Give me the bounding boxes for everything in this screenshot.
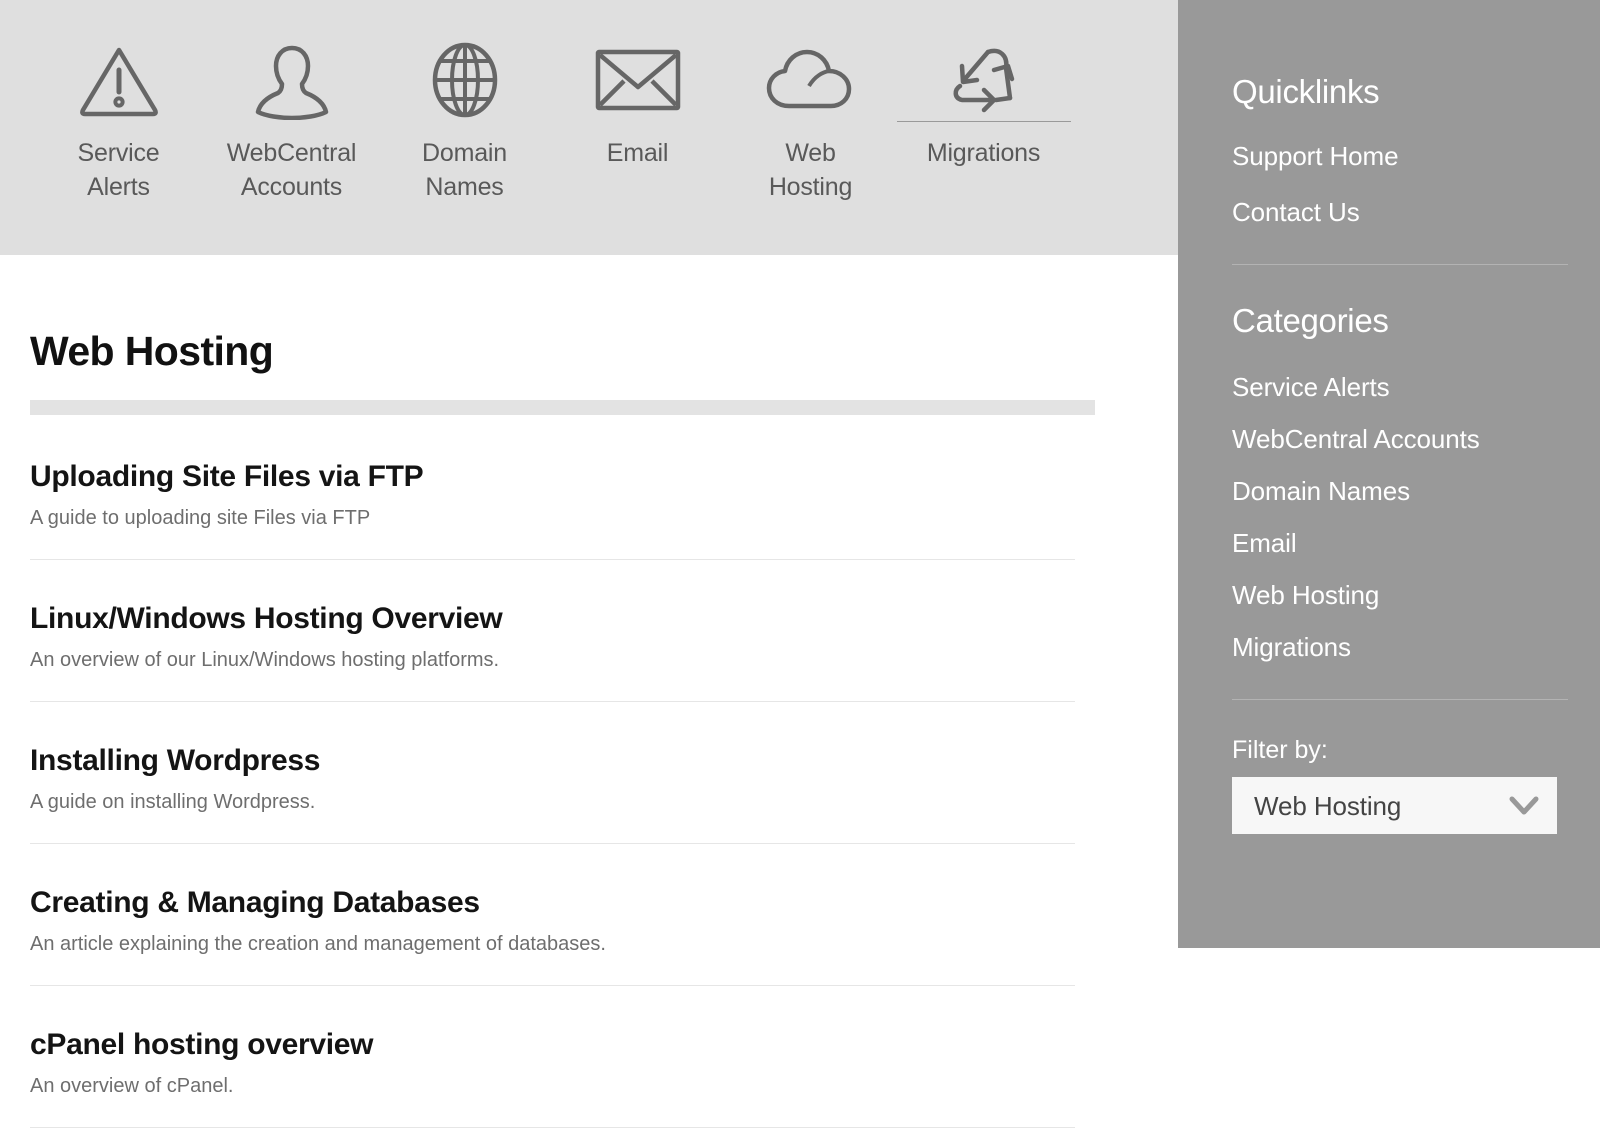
right-sidebar: Quicklinks Support Home Contact Us Categ… — [1178, 0, 1600, 948]
main-content: Web Hosting Uploading Site Files via FTP… — [0, 255, 1178, 1132]
article-description: An overview of our Linux/Windows hosting… — [30, 649, 500, 671]
article-description: A guide to uploading site Files via FTP — [30, 507, 371, 529]
filter-selected-value: Web Hosting — [1254, 790, 1402, 821]
categories-heading: Categories — [1232, 302, 1389, 339]
top-icon-nav: Service Alerts WebCentral Accounts Domai… — [0, 0, 1178, 255]
article-title[interactable]: Creating & Managing Databases — [30, 885, 1075, 921]
globe-icon — [378, 38, 551, 122]
category-migrations[interactable]: Migrations — [1232, 631, 1568, 663]
article-title[interactable]: Installing Wordpress — [30, 743, 1075, 779]
title-underbar — [30, 400, 1095, 415]
list-item[interactable]: Uploading Site Files via FTP A guide to … — [30, 415, 1075, 560]
nav-item-migrations[interactable]: Migrations — [896, 38, 1071, 170]
sidebar-divider-bottom — [1232, 699, 1568, 700]
filter-category-select[interactable]: Web Hosting — [1232, 777, 1557, 834]
article-title[interactable]: Uploading Site Files via FTP — [30, 459, 1075, 495]
nav-item-label: WebCentral Accounts — [226, 139, 357, 201]
article-list: Uploading Site Files via FTP A guide to … — [30, 415, 1148, 1128]
nav-item-webcentral-accounts[interactable]: WebCentral Accounts — [205, 38, 378, 204]
list-item[interactable]: Creating & Managing Databases An article… — [30, 844, 1075, 986]
cloud-icon — [724, 38, 897, 122]
nav-item-domain-names[interactable]: Domain Names — [378, 38, 551, 204]
article-description: An overview of cPanel. — [30, 1075, 234, 1097]
article-title[interactable]: cPanel hosting overview — [30, 1027, 1075, 1063]
list-item[interactable]: Installing Wordpress A guide on installi… — [30, 702, 1075, 844]
category-domain-names[interactable]: Domain Names — [1232, 475, 1568, 507]
recycle-arrows-icon — [896, 38, 1071, 122]
quicklinks-heading: Quicklinks — [1232, 73, 1380, 110]
list-item[interactable]: cPanel hosting overview An overview of c… — [30, 986, 1075, 1128]
category-web-hosting[interactable]: Web Hosting — [1232, 579, 1568, 611]
categories-list: Service Alerts WebCentral Accounts Domai… — [1232, 371, 1568, 663]
chevron-down-icon — [1509, 795, 1539, 817]
article-title[interactable]: Linux/Windows Hosting Overview — [30, 601, 1075, 637]
warning-triangle-icon — [32, 38, 205, 122]
support-page: Service Alerts WebCentral Accounts Domai… — [0, 0, 1600, 1132]
category-service-alerts[interactable]: Service Alerts — [1232, 371, 1568, 403]
nav-item-label: Migrations — [926, 139, 1041, 167]
filter-by-label: Filter by: — [1232, 736, 1328, 764]
category-email[interactable]: Email — [1232, 527, 1568, 559]
sidebar-divider-top — [1232, 264, 1568, 265]
nav-item-label: Email — [606, 139, 669, 167]
quicklinks-list: Support Home Contact Us — [1232, 140, 1568, 228]
list-item[interactable]: Linux/Windows Hosting Overview An overvi… — [30, 560, 1075, 702]
category-webcentral-accounts[interactable]: WebCentral Accounts — [1232, 423, 1568, 455]
quicklink-support-home[interactable]: Support Home — [1232, 140, 1568, 172]
user-icon — [205, 38, 378, 122]
nav-item-web-hosting[interactable]: Web Hosting — [724, 38, 897, 204]
page-title: Web Hosting — [30, 328, 274, 374]
nav-item-label: Web Hosting — [768, 139, 853, 201]
nav-item-label: Service Alerts — [77, 139, 160, 201]
article-description: An article explaining the creation and m… — [30, 933, 606, 955]
nav-item-email[interactable]: Email — [551, 38, 724, 170]
nav-item-label: Domain Names — [422, 139, 507, 201]
article-description: A guide on installing Wordpress. — [30, 791, 316, 813]
envelope-icon — [551, 38, 724, 122]
quicklink-contact-us[interactable]: Contact Us — [1232, 196, 1568, 228]
nav-item-service-alerts[interactable]: Service Alerts — [32, 38, 205, 204]
